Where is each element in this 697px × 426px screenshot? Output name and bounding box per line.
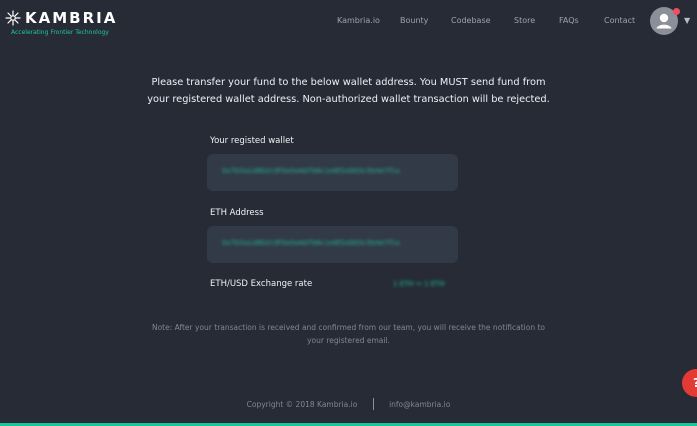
exchange-rate-label: ETH/USD Exchange rate — [210, 279, 313, 289]
footer: Copyright © 2018 Kambria.io info@kambria… — [0, 398, 697, 412]
kambria-logo-mark-icon — [5, 10, 21, 26]
nav-link-contact[interactable]: Contact — [604, 16, 635, 25]
nav-link-faqs[interactable]: FAQs — [559, 16, 579, 25]
nav-link-kambria-io[interactable]: Kambria.io — [337, 16, 380, 25]
registered-wallet-label: Your registed wallet — [210, 136, 294, 146]
footer-divider — [372, 398, 374, 410]
help-icon: ? — [693, 376, 697, 390]
notification-dot — [673, 8, 680, 15]
contact-email-link[interactable]: info@kambria.io — [389, 400, 450, 409]
help-button[interactable]: ? — [682, 369, 697, 397]
eth-address-value: 0x7b5a1d8b2c9f3e0a4d7b6c1e8f2a9d3c5b4e7f… — [222, 239, 400, 247]
transfer-instructions: Please transfer your fund to the below w… — [147, 77, 550, 105]
copyright-text: Copyright © 2018 Kambria.io — [246, 399, 358, 409]
chevron-down-icon[interactable]: ▼ — [684, 16, 690, 25]
top-navigation-bar: KAMBRIA Accelerating Frontier Technology… — [0, 0, 697, 45]
nav-link-bounty[interactable]: Bounty — [400, 16, 428, 25]
nav-link-store[interactable]: Store — [514, 16, 535, 25]
confirmation-note: Note: After your transaction is received… — [151, 323, 546, 345]
registered-wallet-value: 0x7b5a1d8b2c9f3e0a4d7b6c1e8f2a9d3c5b4e7f… — [222, 167, 400, 175]
brand-tagline: Accelerating Frontier Technology — [11, 29, 109, 36]
registered-wallet-field[interactable]: 0x7b5a1d8b2c9f3e0a4d7b6c1e8f2a9d3c5b4e7f… — [207, 154, 458, 191]
nav-link-codebase[interactable]: Codebase — [451, 16, 491, 25]
eth-address-field[interactable]: 0x7b5a1d8b2c9f3e0a4d7b6c1e8f2a9d3c5b4e7f… — [207, 226, 458, 263]
exchange-rate-value: 1 ETH = 1 ETH — [393, 280, 445, 288]
eth-address-label: ETH Address — [210, 208, 264, 218]
brand-name: KAMBRIA — [25, 9, 118, 27]
